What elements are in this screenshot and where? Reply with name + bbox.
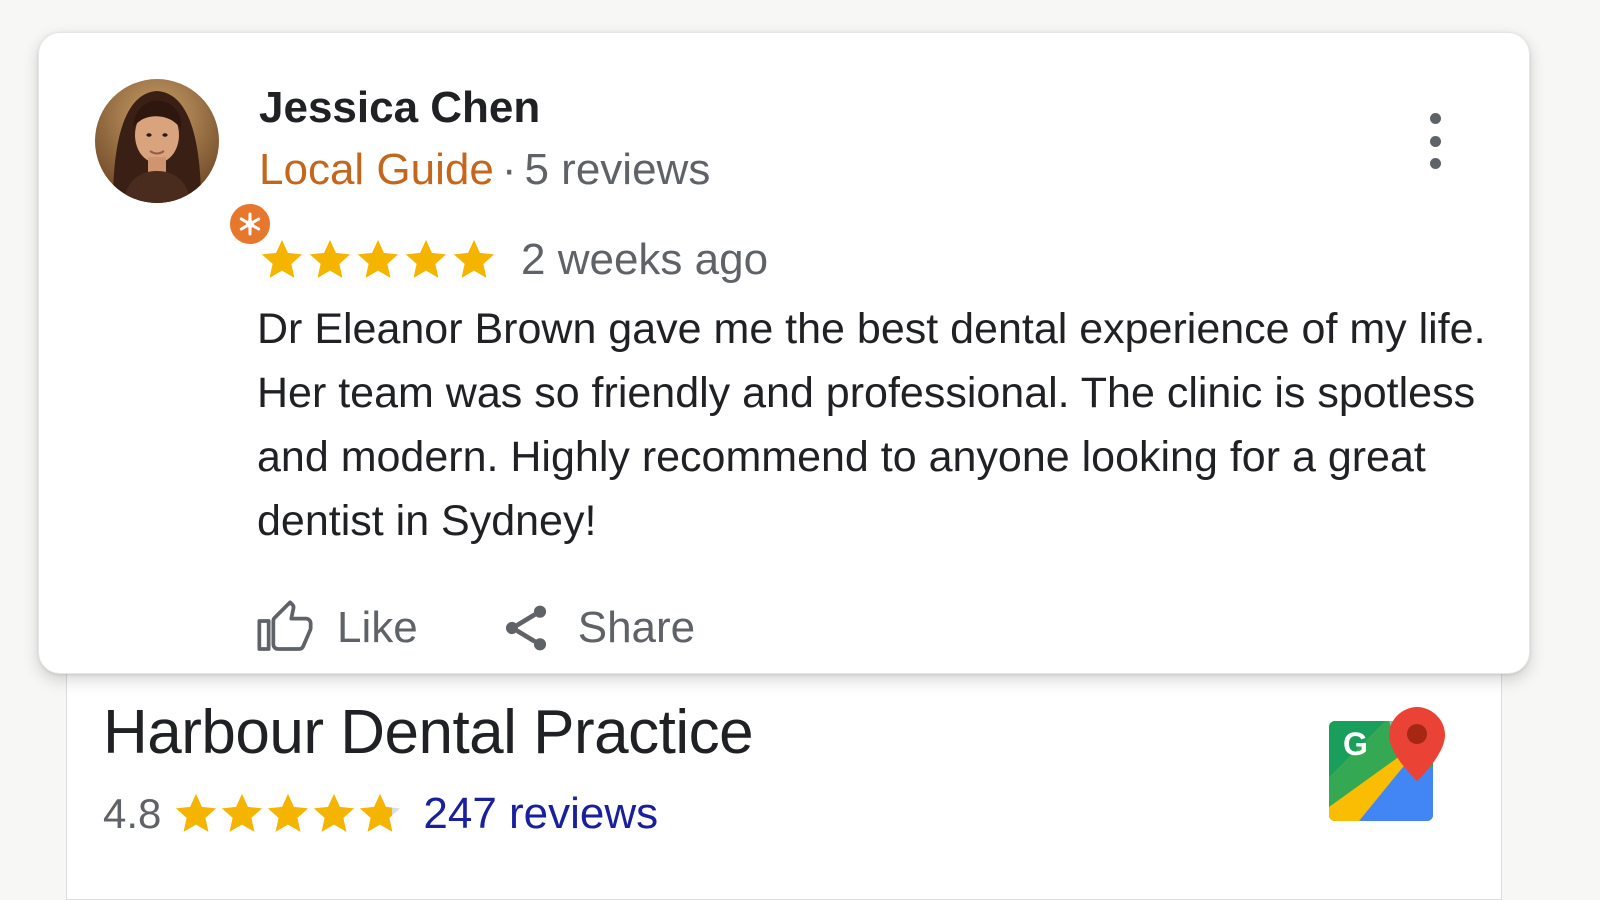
star-icon bbox=[261, 239, 303, 278]
star-icon bbox=[405, 239, 447, 278]
reviewer-avatar[interactable] bbox=[95, 79, 219, 203]
star-icon bbox=[309, 239, 351, 278]
more-vert-icon bbox=[1429, 158, 1441, 169]
meta-separator: · bbox=[501, 145, 517, 194]
thumbs-up-icon bbox=[257, 600, 313, 656]
more-vert-icon bbox=[1429, 113, 1441, 124]
review-text: Dr Eleanor Brown gave me the best dental… bbox=[257, 305, 1486, 545]
svg-text:G: G bbox=[1343, 726, 1368, 762]
more-vert-icon bbox=[1429, 135, 1441, 147]
star-icon bbox=[176, 793, 217, 832]
star-icon bbox=[453, 239, 495, 278]
more-options-button[interactable] bbox=[1415, 113, 1455, 169]
review-rating-row: 2 weeks ago bbox=[259, 233, 768, 287]
share-label: Share bbox=[577, 603, 696, 652]
reviewer-name[interactable]: Jessica Chen bbox=[259, 83, 540, 133]
place-name: Harbour Dental Practice bbox=[103, 698, 754, 767]
review-star-rating bbox=[259, 237, 497, 283]
review-actions: Like Share bbox=[257, 597, 695, 659]
star-icon bbox=[314, 793, 355, 832]
star-icon bbox=[222, 793, 263, 832]
share-button[interactable]: Share bbox=[498, 600, 695, 656]
review-date: 2 weeks ago bbox=[521, 235, 769, 284]
share-icon bbox=[498, 600, 554, 656]
google-maps-logo: G bbox=[1329, 707, 1445, 821]
place-rating: 4.8 bbox=[103, 790, 162, 837]
like-label: Like bbox=[337, 603, 418, 652]
reviewer-meta: Local Guide · 5 reviews bbox=[259, 145, 710, 195]
place-star-rating bbox=[173, 791, 403, 837]
reviewer-review-count[interactable]: 5 reviews bbox=[524, 145, 710, 194]
local-guide-label[interactable]: Local Guide bbox=[259, 145, 494, 194]
review-card: Jessica Chen Local Guide · 5 reviews 2 wee… bbox=[38, 32, 1530, 674]
place-rating-row: 4.8 247 reviews bbox=[103, 789, 658, 839]
place-reviews-link[interactable]: 247 reviews bbox=[423, 789, 658, 839]
like-button[interactable]: Like bbox=[257, 600, 418, 656]
star-icon bbox=[357, 239, 399, 278]
star-icon bbox=[268, 793, 309, 832]
place-card: Harbour Dental Practice 4.8 247 reviews … bbox=[66, 640, 1502, 900]
reviewer-avatar-wrap[interactable] bbox=[95, 79, 273, 247]
star-icon bbox=[360, 793, 401, 832]
